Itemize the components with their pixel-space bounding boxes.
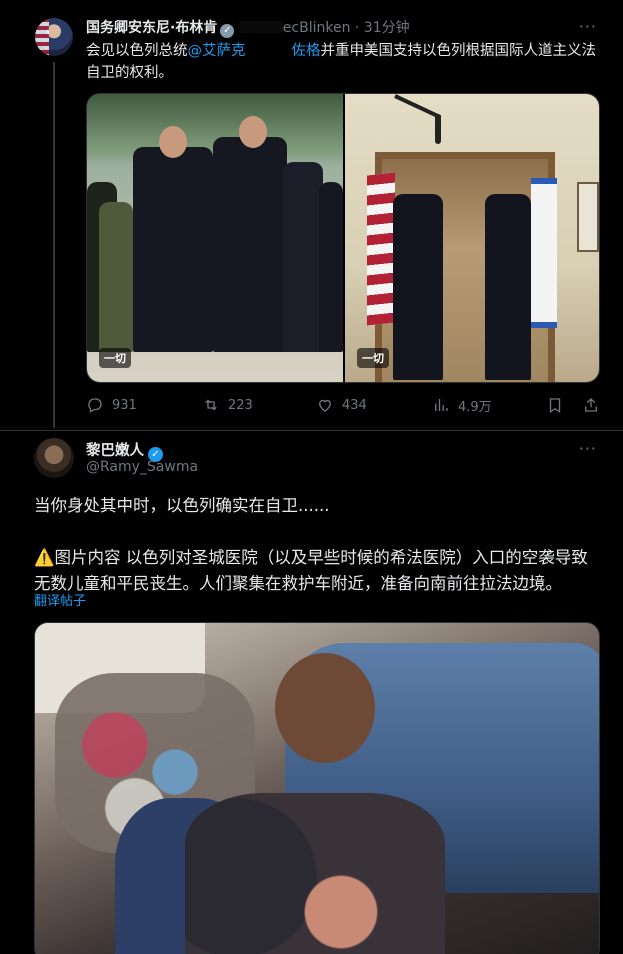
timestamp[interactable]: · 31分钟 — [355, 20, 410, 36]
person — [485, 194, 531, 380]
author-handle[interactable]: @Ramy_Sawma — [86, 459, 198, 475]
translate-link[interactable]: 翻译帖子 — [34, 590, 86, 609]
reply-count: 931 — [112, 397, 137, 413]
repost-icon — [205, 399, 217, 411]
person — [393, 194, 443, 380]
redacted-block — [238, 21, 283, 33]
tweet-header: 国务卿安东尼·布林肯 ✓ ecBlinken · 31分钟 — [86, 17, 410, 38]
more-options-icon[interactable]: ··· — [579, 17, 597, 36]
verified-gov-icon: ✓ — [220, 24, 235, 38]
author-name[interactable]: 黎巴嫩人 — [86, 443, 144, 459]
paragraph: 当你身处其中时，以色列确实在自卫...... — [34, 496, 330, 515]
tweet-blinken[interactable]: 国务卿安东尼·布林肯 ✓ ecBlinken · 31分钟 ··· 会见以色列总统… — [0, 0, 623, 430]
reply-icon — [88, 398, 102, 413]
mention-link-end[interactable]: 佐格 — [292, 43, 321, 59]
action-bar: 931 223 434 4.9万 — [86, 395, 602, 415]
head — [275, 653, 375, 763]
flag-icon — [35, 18, 49, 56]
bookmark-button[interactable] — [546, 396, 564, 414]
tweet-text: 会见以色列总统@艾萨克 佐格并重申美国支持以色列根据国际人道主义法自卫的权利。 — [86, 40, 606, 84]
bookmark-icon — [549, 398, 561, 414]
microphone-icon — [435, 114, 441, 144]
views-icon — [435, 399, 448, 411]
reply-button[interactable]: 931 — [86, 396, 137, 414]
more-options-icon[interactable]: ··· — [579, 439, 597, 458]
tweet-text: 当你身处其中时，以色列确实在自卫...... ⚠️图片内容 以色列对圣城医院（以… — [34, 493, 594, 597]
head — [159, 126, 187, 158]
person — [133, 147, 213, 352]
views-button[interactable]: 4.9万 — [432, 396, 492, 415]
photo-walking[interactable]: 一切 — [87, 94, 343, 382]
author-name[interactable]: 国务卿安东尼·布林肯 — [86, 20, 217, 36]
text-segment: 会见以色列总统 — [86, 43, 188, 59]
like-button[interactable]: 434 — [316, 396, 367, 414]
israel-flag — [531, 178, 557, 328]
person — [213, 137, 287, 352]
paragraph: ⚠️图片内容 以色列对圣城医院（以及早些时候的希法医院）入口的空袭导致无数儿童和… — [34, 548, 588, 593]
views-count: 4.9万 — [458, 399, 492, 415]
thread-connector — [53, 62, 55, 428]
alt-badge[interactable]: 一切 — [357, 348, 389, 368]
person — [99, 202, 133, 352]
heart-icon — [319, 399, 331, 412]
avatar[interactable] — [35, 18, 73, 56]
avatar[interactable] — [34, 438, 74, 478]
person — [185, 793, 445, 954]
repost-count: 223 — [228, 397, 253, 413]
media-grid[interactable]: 一切 一切 — [86, 93, 600, 383]
alt-badge[interactable]: 一切 — [99, 348, 131, 368]
head — [239, 116, 267, 148]
author-handle[interactable]: ecBlinken — [283, 20, 351, 36]
photo-attachment[interactable] — [34, 622, 600, 954]
us-flag — [367, 172, 395, 326]
repost-button[interactable]: 223 — [202, 396, 253, 414]
person — [319, 182, 343, 352]
photo-handshake[interactable]: 一切 — [345, 94, 599, 382]
person — [283, 162, 323, 352]
mention-link[interactable]: @艾萨克 — [188, 43, 246, 59]
share-button[interactable] — [582, 396, 600, 414]
tweet-ramy-sawma[interactable]: 黎巴嫩人 ✓ @Ramy_Sawma ··· 当你身处其中时，以色列确实在自卫..… — [0, 430, 623, 954]
like-count: 434 — [342, 397, 367, 413]
wall-frame — [577, 182, 599, 252]
share-icon — [585, 398, 597, 412]
redacted-block — [245, 43, 292, 57]
